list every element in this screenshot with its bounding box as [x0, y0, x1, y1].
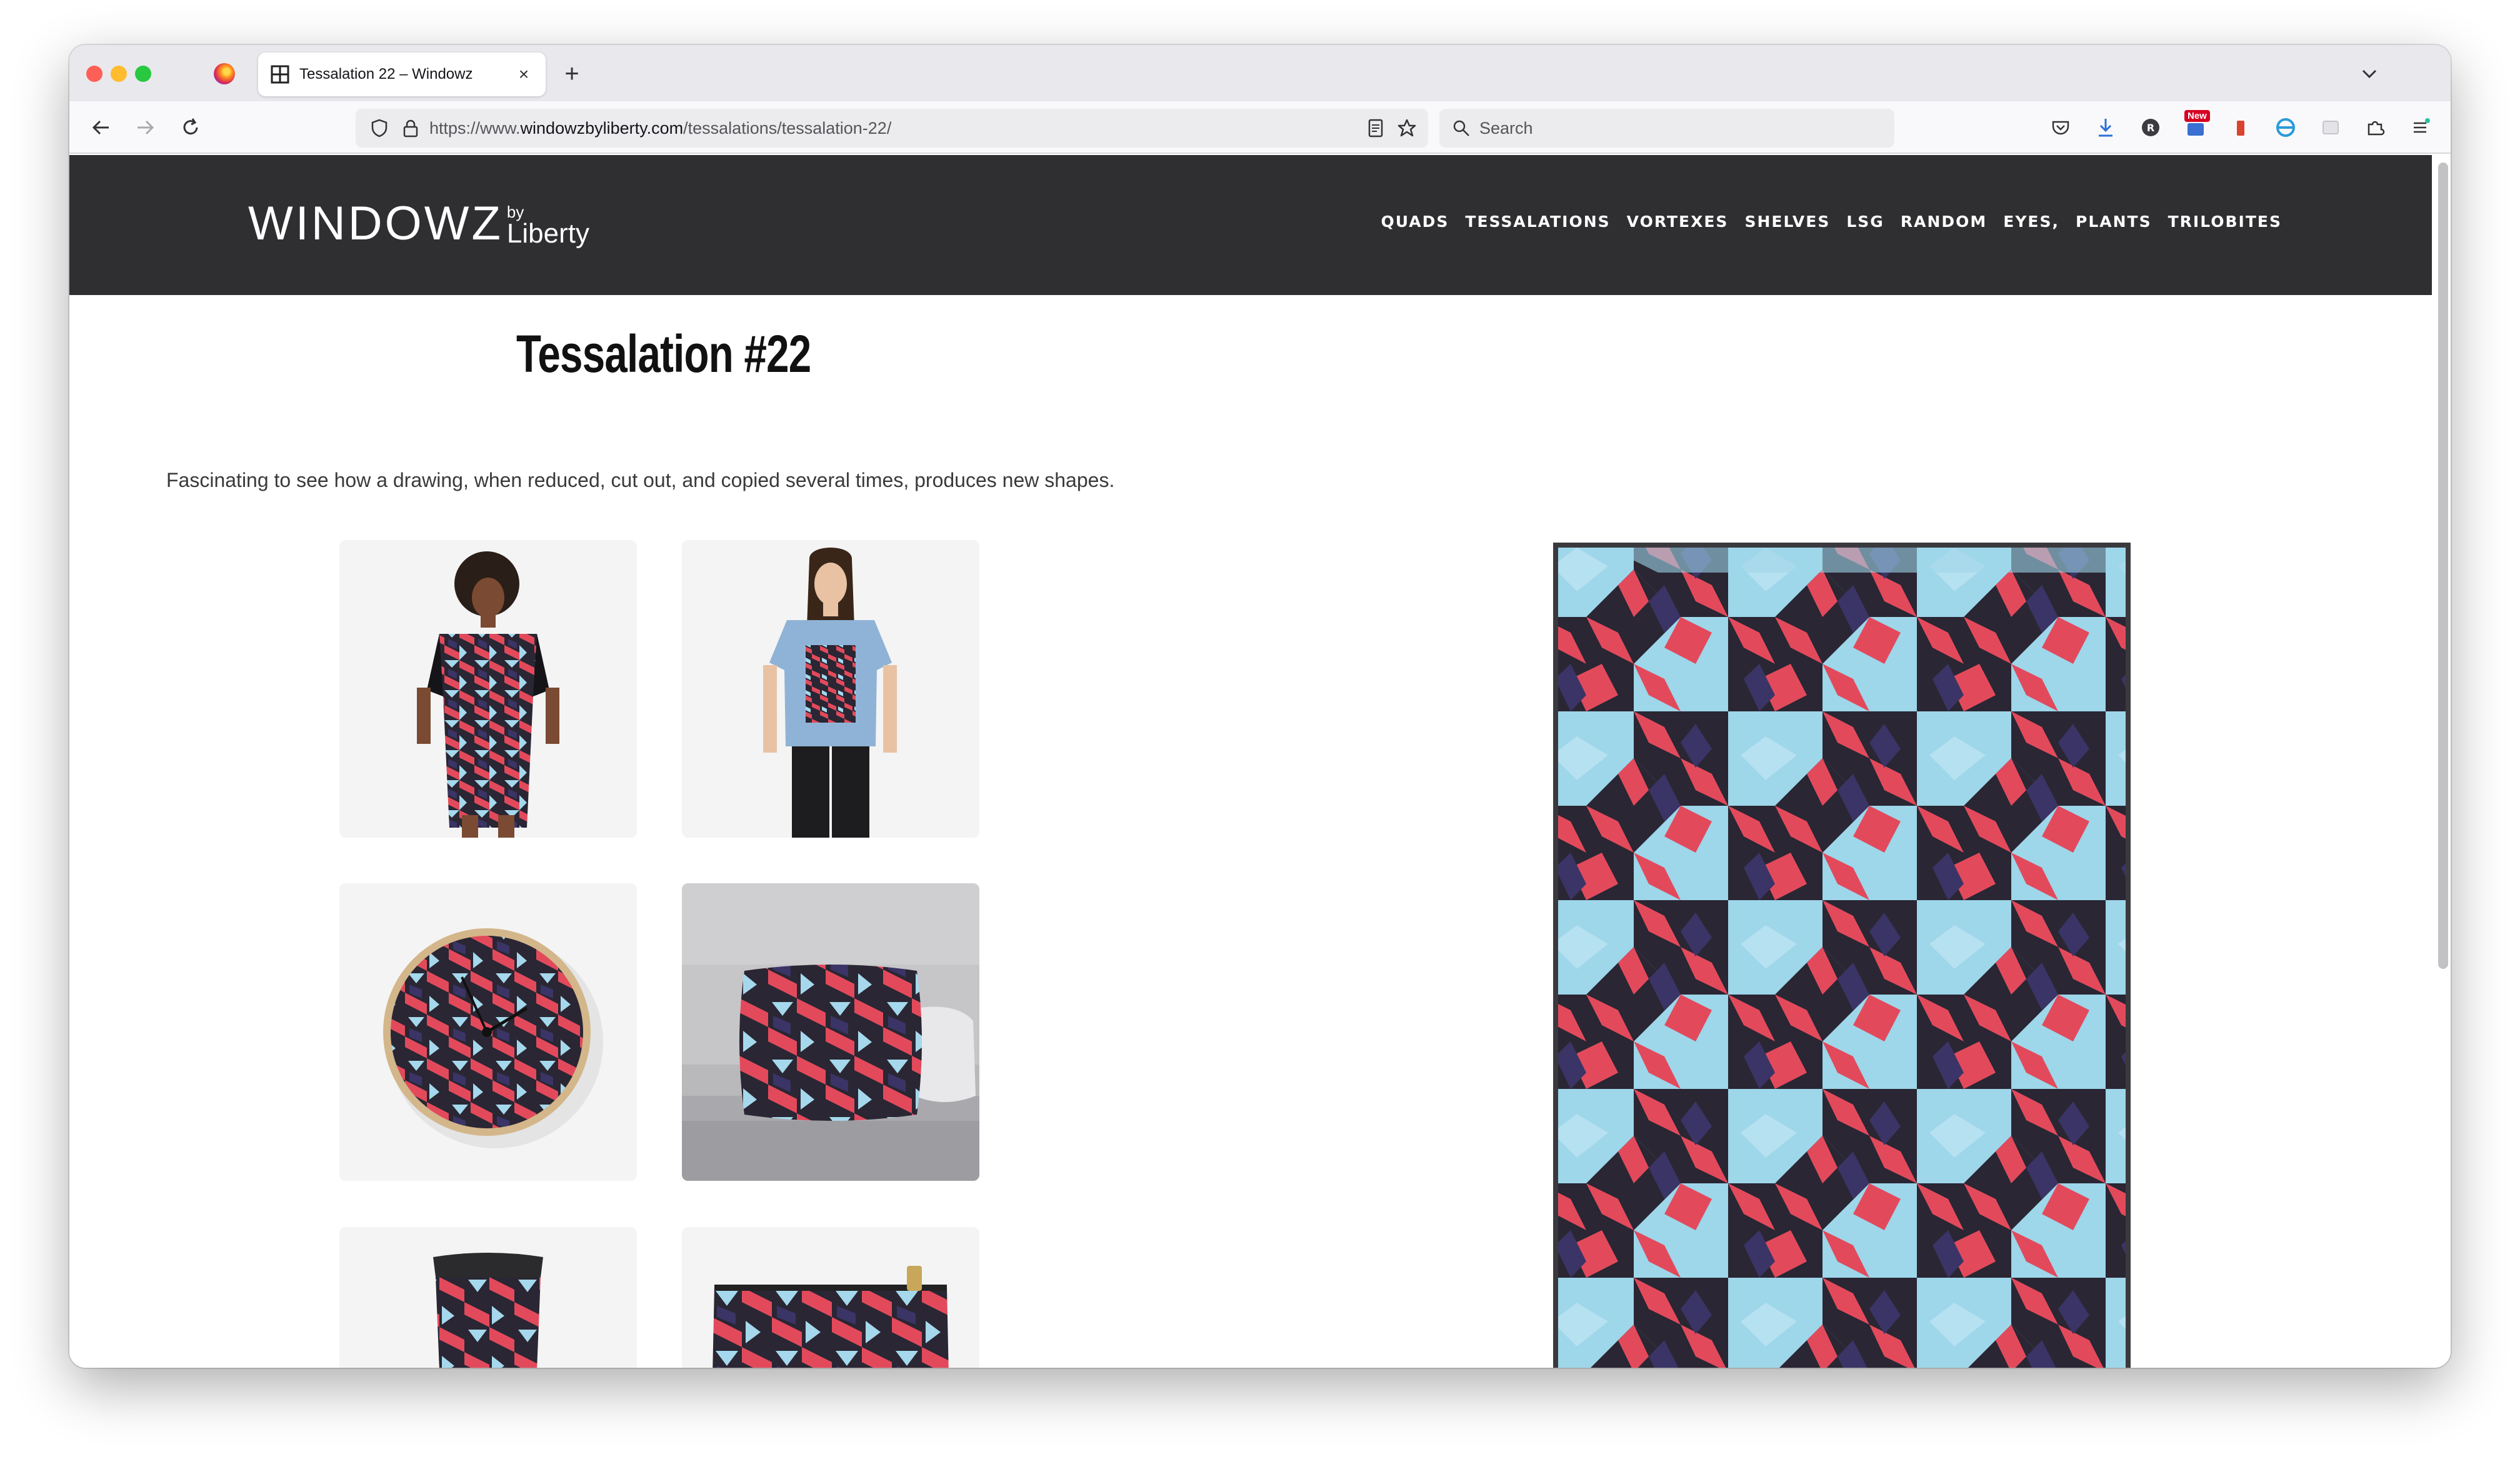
product-wall-clock[interactable]: [339, 883, 637, 1181]
puzzle-piece-icon: [2368, 121, 2385, 136]
page-title: Tessalation #22: [516, 324, 811, 383]
zipper-pouch-product-image: [682, 1227, 979, 1368]
url-domain: windowzbyliberty.com: [520, 118, 684, 138]
tab-title: Tessalation 22 – Windowz: [299, 66, 473, 83]
main-menu: QUADS TESSALATIONS VORTEXES SHELVES LSG …: [1381, 213, 2282, 231]
blank-extension-icon: [2322, 121, 2339, 134]
active-tab[interactable]: Tessalation 22 – Windowz ×: [258, 53, 546, 96]
search-icon: [1453, 120, 1469, 136]
extension-new-button[interactable]: New: [2181, 110, 2211, 145]
account-avatar-icon: R: [2142, 119, 2159, 136]
wall-clock-product-image: [339, 883, 637, 1181]
site-header: WINDOWZ by Liberty QUADS TESSALATIONS VO…: [69, 155, 2432, 295]
hamburger-menu-icon: [2414, 118, 2430, 133]
extension-red-button[interactable]: [2226, 110, 2256, 145]
product-zipper-pouch[interactable]: [682, 1227, 979, 1368]
page-scrollbar[interactable]: [2438, 163, 2448, 969]
menu-item-vortexes[interactable]: VORTEXES: [1627, 213, 1729, 231]
windowz-favicon-icon: [271, 65, 289, 84]
tracking-protection-shield-icon[interactable]: [367, 116, 392, 141]
product-t-shirt[interactable]: [682, 540, 979, 838]
logo-byline: by Liberty: [507, 204, 589, 248]
arrow-left-icon: [92, 120, 109, 135]
extension-e-button[interactable]: [2271, 110, 2301, 145]
logo-liberty-text: Liberty: [506, 218, 589, 249]
menu-item-trilobites[interactable]: TRILOBITES: [2168, 213, 2282, 231]
bookmark-star-icon[interactable]: [1397, 118, 1417, 138]
firefox-view-button[interactable]: [209, 59, 239, 89]
browser-window: Tessalation 22 – Windowz × + https://www…: [69, 45, 2451, 1368]
menu-item-lsg[interactable]: LSG: [1846, 213, 1884, 231]
menu-item-quads[interactable]: QUADS: [1381, 213, 1449, 231]
close-window-button[interactable]: [86, 66, 102, 82]
back-button[interactable]: [86, 113, 116, 143]
e-extension-icon: [2276, 118, 2295, 137]
new-badge: New: [2184, 110, 2210, 122]
search-bar[interactable]: Search: [1439, 109, 1894, 148]
navigation-toolbar: https://www.windowzbyliberty.com/tessala…: [69, 101, 2451, 154]
reload-icon: [183, 118, 198, 135]
pocket-icon: [2052, 121, 2069, 135]
red-bar-extension-icon: [2237, 121, 2244, 136]
list-all-tabs-chevron-icon[interactable]: [2357, 61, 2382, 86]
tab-close-button[interactable]: ×: [514, 64, 533, 84]
application-menu-button[interactable]: [2406, 110, 2436, 145]
tessalation-pattern-image: [1558, 548, 2126, 1368]
product-travel-mug[interactable]: [339, 1227, 637, 1368]
menu-item-random[interactable]: RANDOM: [1901, 213, 1987, 231]
page-viewport[interactable]: WINDOWZ by Liberty QUADS TESSALATIONS VO…: [69, 155, 2432, 1368]
zoom-window-button[interactable]: [135, 66, 151, 82]
url-bar[interactable]: https://www.windowzbyliberty.com/tessala…: [356, 109, 1428, 148]
arrow-right-icon: [138, 120, 154, 135]
extension-blank-button[interactable]: [2316, 110, 2346, 145]
reader-view-icon[interactable]: [1366, 118, 1386, 138]
product-dress[interactable]: [339, 540, 637, 838]
lock-icon[interactable]: [398, 116, 423, 141]
extensions-button[interactable]: [2361, 110, 2391, 145]
menu-item-plants[interactable]: PLANTS: [2076, 213, 2152, 231]
downloads-button[interactable]: [2091, 110, 2121, 145]
page-description: Fascinating to see how a drawing, when r…: [166, 469, 1115, 491]
product-throw-pillow[interactable]: [682, 883, 979, 1181]
search-placeholder: Search: [1479, 118, 1533, 138]
site-logo[interactable]: WINDOWZ by Liberty: [248, 200, 589, 248]
svg-text:R: R: [2147, 122, 2154, 134]
url-text[interactable]: https://www.windowzbyliberty.com/tessala…: [429, 119, 1366, 138]
minimize-window-button[interactable]: [111, 66, 127, 82]
tab-strip: Tessalation 22 – Windowz × +: [69, 45, 2451, 101]
travel-mug-product-image: [339, 1227, 637, 1368]
account-button[interactable]: R: [2136, 110, 2166, 145]
download-icon: [2099, 119, 2112, 137]
logo-wordmark: WINDOWZ: [248, 197, 503, 250]
throw-pillow-product-image: [682, 883, 979, 1181]
new-tab-button[interactable]: +: [557, 59, 587, 89]
dress-product-image: [339, 540, 637, 838]
url-path: /tessalations/tessalation-22/: [683, 118, 892, 138]
menu-item-shelves[interactable]: SHELVES: [1744, 213, 1830, 231]
firefox-icon: [214, 63, 235, 84]
pocket-button[interactable]: [2046, 110, 2076, 145]
url-prefix: https://www.: [429, 118, 521, 138]
forward-button[interactable]: [131, 113, 161, 143]
menu-item-eyes[interactable]: EYES,: [2003, 213, 2059, 231]
reload-button[interactable]: [176, 113, 206, 143]
menu-item-tessalations[interactable]: TESSALATIONS: [1465, 213, 1610, 231]
t-shirt-product-image: [682, 540, 979, 838]
tessalation-artwork-image[interactable]: [1553, 543, 2131, 1368]
